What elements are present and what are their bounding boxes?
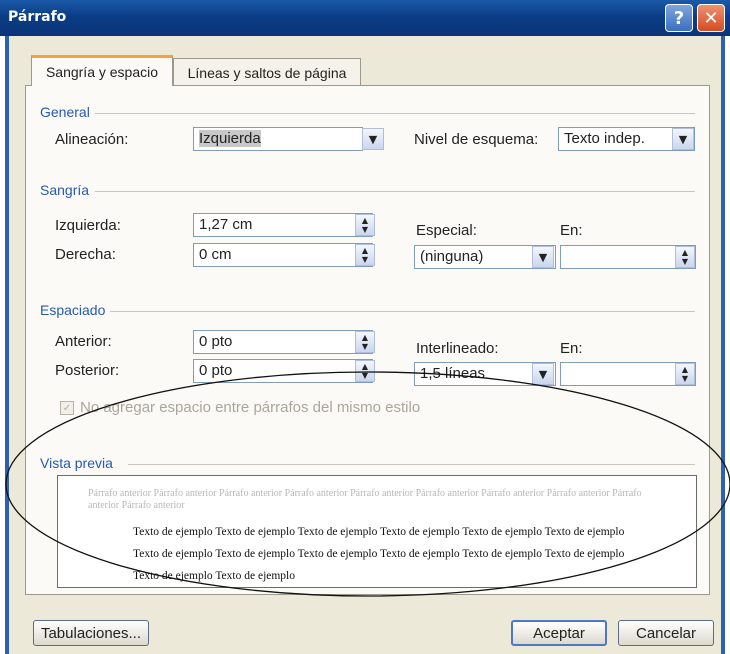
- spin-up-icon: ▲: [361, 362, 369, 371]
- spacing-before-value: 0 pto: [199, 333, 233, 350]
- help-icon: ?: [673, 7, 685, 29]
- spacing-after-label: Posterior:: [55, 362, 120, 379]
- preview-heading: Vista previa: [40, 455, 113, 471]
- spacing-before-spinner[interactable]: ▲ ▼: [355, 331, 375, 353]
- chevron-down-icon: ▼: [538, 367, 548, 381]
- tab-line-page-breaks[interactable]: Líneas y saltos de página: [173, 58, 361, 86]
- line-spacing-at-spinner[interactable]: ▲ ▼: [675, 363, 695, 385]
- alignment-value: Izquierda: [199, 130, 261, 147]
- indent-by-label: En:: [560, 222, 583, 239]
- special-value: (ninguna): [420, 248, 484, 265]
- close-icon: ✕: [703, 7, 719, 29]
- spacing-after-spinner[interactable]: ▲ ▼: [355, 360, 375, 382]
- tabs-button[interactable]: Tabulaciones...: [33, 620, 149, 646]
- no-space-checkbox-label: No agregar espacio entre párrafos del mi…: [80, 399, 421, 416]
- alignment-label: Alineación:: [55, 131, 129, 148]
- spin-down-icon: ▼: [361, 255, 369, 264]
- indent-left-spinner[interactable]: ▲ ▼: [355, 214, 375, 236]
- outline-level-label: Nivel de esquema:: [414, 131, 539, 148]
- title-bar[interactable]: Párrafo ? ✕: [0, 0, 730, 36]
- indent-right-spinner[interactable]: ▲ ▼: [355, 244, 375, 266]
- spin-down-icon: ▼: [361, 371, 369, 380]
- spacing-before-label: Anterior:: [55, 333, 112, 350]
- special-dropdown-button[interactable]: ▼: [532, 246, 554, 268]
- indent-divider: [95, 191, 695, 192]
- chevron-down-icon: ▼: [368, 132, 378, 146]
- spin-up-icon: ▲: [681, 365, 689, 374]
- no-space-checkbox[interactable]: ✓: [60, 401, 74, 415]
- chevron-down-icon: ▼: [678, 132, 688, 146]
- cancel-button[interactable]: Cancelar: [618, 620, 714, 646]
- line-spacing-label: Interlineado:: [416, 340, 499, 357]
- spacing-after-value: 0 pto: [199, 362, 233, 379]
- dialog-title: Párrafo: [8, 9, 67, 25]
- tab-indent-spacing[interactable]: Sangría y espacio: [31, 55, 173, 86]
- preview-sample-text: Texto de ejemplo Texto de ejemplo Texto …: [133, 526, 625, 582]
- preview-box: Párrafo anterior Párrafo anterior Párraf…: [57, 475, 697, 588]
- spacing-before-field[interactable]: 0 pto: [193, 330, 373, 354]
- close-button[interactable]: ✕: [697, 4, 725, 32]
- outline-level-dropdown-button[interactable]: ▼: [672, 128, 694, 150]
- spin-up-icon: ▲: [361, 246, 369, 255]
- spin-down-icon: ▼: [361, 342, 369, 351]
- outline-level-value: Texto indep.: [564, 130, 645, 147]
- special-label: Especial:: [416, 222, 477, 239]
- indent-right-value: 0 cm: [199, 246, 232, 263]
- spin-up-icon: ▲: [361, 333, 369, 342]
- spin-down-icon: ▼: [361, 225, 369, 234]
- indent-by-spinner[interactable]: ▲ ▼: [675, 246, 695, 268]
- indent-right-label: Derecha:: [55, 246, 116, 263]
- spin-down-icon: ▼: [681, 374, 689, 383]
- preview-previous-paragraph: Párrafo anterior Párrafo anterior Párraf…: [88, 488, 642, 511]
- spin-down-icon: ▼: [681, 257, 689, 266]
- indent-left-value: 1,27 cm: [199, 216, 253, 233]
- indent-right-field[interactable]: 0 cm: [193, 243, 373, 267]
- spacing-heading: Espaciado: [40, 302, 106, 318]
- alignment-dropdown-button[interactable]: ▼: [362, 128, 384, 150]
- line-spacing-at-label: En:: [560, 340, 583, 357]
- spin-up-icon: ▲: [361, 216, 369, 225]
- ok-button[interactable]: Aceptar: [511, 620, 607, 646]
- indent-left-field[interactable]: 1,27 cm: [193, 213, 373, 237]
- general-divider: [95, 113, 695, 114]
- spacing-after-field[interactable]: 0 pto: [193, 359, 373, 383]
- indent-left-label: Izquierda:: [55, 217, 121, 234]
- alignment-dropdown[interactable]: Izquierda: [193, 127, 363, 151]
- line-spacing-dropdown-button[interactable]: ▼: [532, 363, 554, 385]
- spacing-divider: [110, 311, 695, 312]
- line-spacing-value: 1,5 líneas: [420, 365, 486, 382]
- checkmark-icon: ✓: [62, 402, 72, 414]
- chevron-down-icon: ▼: [538, 250, 548, 264]
- spin-up-icon: ▲: [681, 248, 689, 257]
- paragraph-dialog: Párrafo ? ✕ Sangría y espacio Líneas y s…: [0, 0, 730, 654]
- indent-heading: Sangría: [40, 182, 90, 198]
- general-heading: General: [40, 104, 90, 120]
- help-button[interactable]: ?: [665, 4, 693, 32]
- preview-divider: [128, 464, 695, 465]
